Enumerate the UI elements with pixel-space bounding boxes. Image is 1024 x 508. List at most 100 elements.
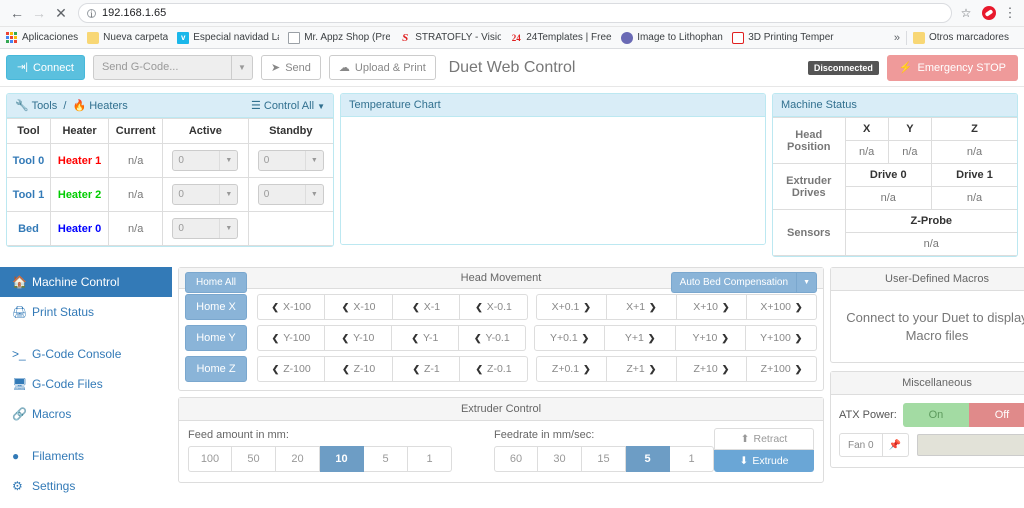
auto-bed-compensation-button[interactable]: Auto Bed Compensation — [670, 272, 797, 293]
move-button[interactable]: Y+100 ❯ — [746, 325, 817, 351]
tool-link[interactable]: Tool 1 — [7, 177, 51, 212]
address-bar[interactable]: i 192.168.1.65 — [78, 3, 952, 23]
fan-speed-slider[interactable] — [916, 434, 1024, 457]
head-position-label: Head Position — [773, 117, 846, 164]
move-button[interactable]: ❮ Z-0.1 — [460, 356, 528, 382]
gcode-input[interactable]: Send G-Code... — [92, 55, 231, 80]
bookmark-stratofly[interactable]: S STRATOFLY - Visiona — [399, 32, 501, 44]
bookmark-especial-navidad[interactable]: v Especial navidad La — [177, 31, 279, 44]
move-button[interactable]: Y+1 ❯ — [605, 325, 676, 351]
feed-option[interactable]: 100 — [188, 446, 232, 472]
heater-link[interactable]: Heater 2 — [49, 177, 110, 212]
feedrate-option[interactable]: 60 — [494, 446, 538, 472]
move-button[interactable]: ❮ X-0.1 — [460, 294, 528, 320]
atx-power-on-button[interactable]: On — [902, 403, 969, 428]
axis-y-value: n/a — [887, 140, 933, 164]
home-z-button[interactable]: Home Z — [185, 356, 247, 382]
control-all-dropdown[interactable]: ☰ Control All ▼ — [251, 99, 325, 112]
move-button[interactable]: ❮ Y-10 — [324, 325, 392, 351]
move-button[interactable]: ❮ Z-1 — [392, 356, 461, 382]
active-temp-input[interactable]: 0 ▼ — [172, 218, 239, 239]
emergency-stop-button[interactable]: ⚡ Emergency STOP — [886, 54, 1018, 81]
home-all-button[interactable]: Home All — [185, 272, 248, 293]
move-button[interactable]: ❮ X-10 — [325, 294, 393, 320]
bookmark-otros-marcadores[interactable]: Otros marcadores — [912, 31, 1009, 44]
heater-link[interactable]: Heater 1 — [49, 143, 110, 178]
upload-print-button[interactable]: ☁ Upload & Print — [328, 55, 436, 80]
bookmark-nueva-carpeta[interactable]: Nueva carpeta — [87, 31, 168, 44]
chevron-down-icon[interactable]: ▼ — [230, 55, 253, 80]
move-button[interactable]: Z+10 ❯ — [676, 356, 747, 382]
feed-option[interactable]: 5 — [364, 446, 408, 472]
move-button[interactable]: Z+0.1 ❯ — [535, 356, 607, 382]
move-button[interactable]: X+100 ❯ — [746, 294, 817, 320]
bookmark-24templates[interactable]: 24 24Templates | Free F — [510, 32, 613, 44]
move-button[interactable]: ❮ Y-100 — [257, 325, 325, 351]
move-button[interactable]: Z+1 ❯ — [606, 356, 677, 382]
feedrate-option[interactable]: 15 — [582, 446, 626, 472]
bookmark-image-to-lithophane[interactable]: Image to Lithophane — [621, 31, 723, 44]
extrude-button[interactable]: ⬇ Extrude — [714, 450, 814, 472]
feed-option[interactable]: 20 — [276, 446, 320, 472]
send-button[interactable]: ➤ Send — [260, 55, 321, 80]
home-y-button[interactable]: Home Y — [185, 325, 247, 351]
chevron-down-icon[interactable]: ▼ — [304, 185, 323, 204]
move-button[interactable]: ❮ Y-0.1 — [458, 325, 526, 351]
sidebar-item-gcode-console[interactable]: >_ G-Code Console — [0, 339, 172, 369]
chevron-down-icon[interactable]: ▼ — [219, 151, 237, 170]
bookmark-mr-appz-shop[interactable]: Mr. Appz Shop (Pres — [288, 31, 390, 44]
chevron-down-icon[interactable]: ▼ — [219, 219, 237, 238]
move-button[interactable]: Y+10 ❯ — [675, 325, 747, 351]
move-button-label: X-10 — [353, 301, 376, 313]
tools-tab[interactable]: Tools — [32, 100, 58, 112]
chevron-down-icon[interactable]: ▼ — [796, 272, 817, 293]
feedrate-option[interactable]: 30 — [538, 446, 582, 472]
chevron-down-icon[interactable]: ▼ — [219, 185, 237, 204]
sidebar-item-machine-control[interactable]: 🏠 Machine Control — [0, 267, 172, 297]
sidebar-item-print-status[interactable]: 🖨 Print Status — [0, 297, 172, 327]
bookmark-aplicaciones[interactable]: Aplicaciones — [6, 31, 78, 44]
site-info-icon[interactable]: i — [87, 8, 96, 18]
move-button[interactable]: X+1 ❯ — [606, 294, 677, 320]
feedrate-option-selected[interactable]: 5 — [626, 446, 670, 472]
star-icon[interactable]: ☆ — [956, 6, 976, 20]
standby-temp-input[interactable]: 0 ▼ — [257, 150, 324, 171]
sidebar-item-filaments[interactable]: ● Filaments — [0, 441, 172, 471]
thumbtack-icon[interactable]: 📌 — [882, 433, 909, 458]
standby-temp-input[interactable]: 0 ▼ — [257, 184, 324, 205]
move-button[interactable]: ❮ Y-1 — [391, 325, 459, 351]
sidebar-item-settings[interactable]: ⚙ Settings — [0, 471, 172, 501]
feed-option[interactable]: 50 — [232, 446, 276, 472]
feed-option-selected[interactable]: 10 — [320, 446, 364, 472]
connect-button[interactable]: ⇥| Connect — [6, 55, 85, 80]
forward-arrow-icon[interactable]: → — [28, 2, 50, 24]
chevron-down-icon[interactable]: ▼ — [304, 151, 323, 170]
bookmark-3d-printing-temperature[interactable]: 3D Printing Tempera — [732, 31, 834, 44]
move-button[interactable]: ❮ Z-10 — [325, 356, 393, 382]
heater-link[interactable]: Heater 0 — [49, 211, 110, 246]
active-temp-input[interactable]: 0 ▼ — [172, 150, 239, 171]
sidebar-item-macros[interactable]: 🔗 Macros — [0, 399, 172, 429]
tool-link[interactable]: Bed — [7, 211, 51, 246]
atx-power-off-button[interactable]: Off — [968, 403, 1024, 428]
move-button[interactable]: ❮ X-100 — [257, 294, 326, 320]
three-dot-menu-icon[interactable]: ⋮ — [1002, 5, 1018, 21]
extension-icon[interactable] — [982, 6, 996, 20]
feed-option[interactable]: 1 — [408, 446, 452, 472]
move-button[interactable]: ❮ Z-100 — [257, 356, 326, 382]
move-button[interactable]: Y+0.1 ❯ — [533, 325, 606, 351]
bookmarks-overflow-button[interactable]: » — [888, 32, 906, 44]
move-button[interactable]: X+10 ❯ — [676, 294, 747, 320]
retract-button[interactable]: ⬆ Retract — [714, 428, 814, 450]
move-button[interactable]: ❮ X-1 — [392, 294, 461, 320]
feedrate-option[interactable]: 1 — [670, 446, 714, 472]
active-temp-input[interactable]: 0 ▼ — [172, 184, 239, 205]
stop-x-icon[interactable]: ✕ — [50, 2, 72, 24]
back-arrow-icon[interactable]: ← — [6, 2, 28, 24]
sidebar-item-gcode-files[interactable]: 🖥 G-Code Files — [0, 369, 172, 399]
tool-link[interactable]: Tool 0 — [7, 143, 51, 178]
heaters-tab[interactable]: Heaters — [89, 100, 128, 112]
move-button[interactable]: Z+100 ❯ — [746, 356, 818, 382]
move-button[interactable]: X+0.1 ❯ — [535, 294, 607, 320]
home-x-button[interactable]: Home X — [185, 294, 247, 320]
